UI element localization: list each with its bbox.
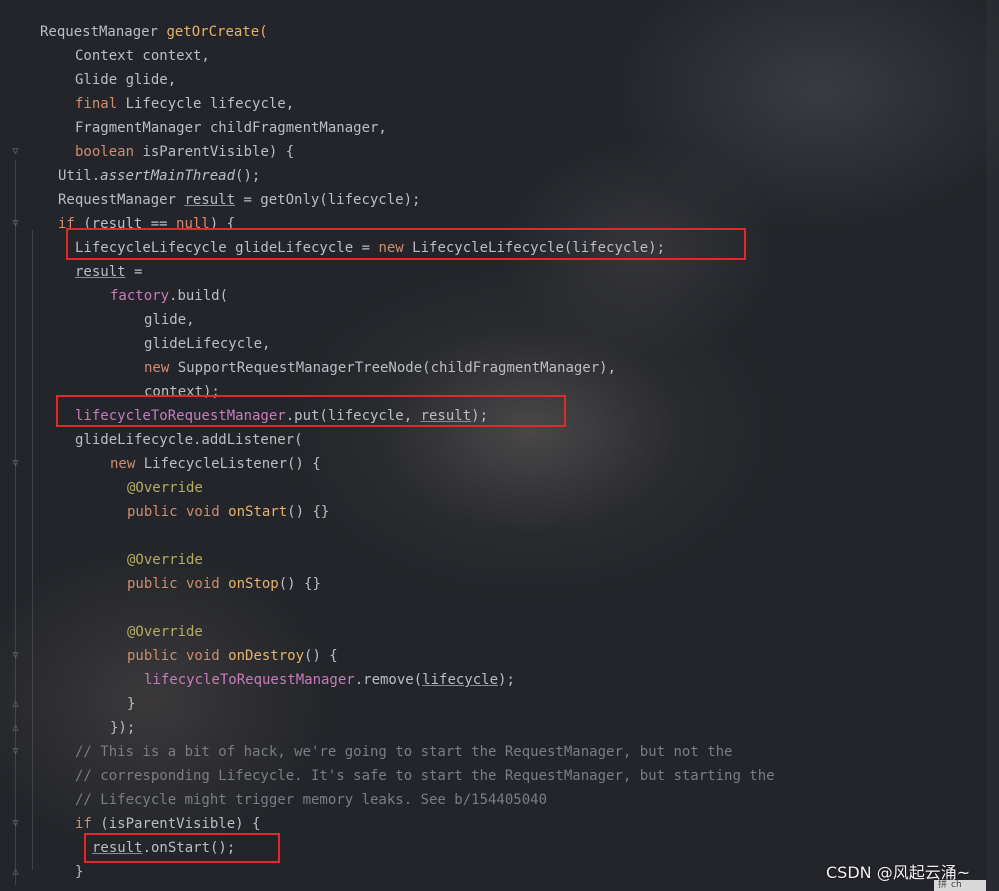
code-line[interactable]: FragmentManager childFragmentManager, bbox=[75, 116, 387, 140]
code-line[interactable]: public void onDestroy() { bbox=[127, 644, 338, 668]
code-token: SupportRequestManagerTreeNode(childFragm… bbox=[177, 360, 617, 376]
code-token: lifecycle bbox=[422, 672, 499, 688]
code-token: } bbox=[75, 864, 84, 880]
code-line[interactable]: }); bbox=[110, 716, 135, 740]
code-token: .remove( bbox=[354, 672, 423, 688]
highlight-put-result bbox=[56, 395, 566, 427]
fold-icon[interactable]: △ bbox=[11, 722, 20, 733]
code-token: = getOnly(lifecycle); bbox=[235, 192, 421, 208]
code-line[interactable]: // corresponding Lifecycle. It's safe to… bbox=[75, 764, 775, 788]
code-token: // Lifecycle might trigger memory leaks.… bbox=[75, 792, 548, 808]
code-line[interactable]: @Override bbox=[127, 620, 203, 644]
indent-guide bbox=[32, 230, 33, 870]
code-line[interactable]: RequestManager getOrCreate( bbox=[40, 20, 268, 44]
code-line[interactable]: Context context, bbox=[75, 44, 210, 68]
code-token: new bbox=[144, 360, 178, 376]
code-token: } bbox=[127, 696, 136, 712]
code-line[interactable]: glideLifecycle, bbox=[144, 332, 270, 356]
fold-icon[interactable]: ▽ bbox=[11, 818, 20, 829]
editor-scrollbar[interactable] bbox=[986, 0, 999, 891]
code-token: new bbox=[110, 456, 144, 472]
code-token: (); bbox=[235, 168, 261, 184]
code-line[interactable]: } bbox=[127, 692, 135, 716]
fold-icon[interactable]: ▽ bbox=[11, 146, 20, 157]
code-token: }); bbox=[110, 720, 136, 736]
code-token: Context context, bbox=[75, 48, 210, 64]
code-token: onStart bbox=[228, 504, 288, 520]
highlight-glide-lifecycle bbox=[66, 228, 746, 260]
code-line[interactable]: RequestManager result = getOnly(lifecycl… bbox=[58, 188, 420, 212]
code-line[interactable]: boolean isParentVisible) { bbox=[75, 140, 294, 164]
code-token: public void bbox=[127, 648, 229, 664]
code-token: final bbox=[75, 96, 126, 112]
code-line[interactable]: // Lifecycle might trigger memory leaks.… bbox=[75, 788, 547, 812]
code-token: LifecycleListener() { bbox=[143, 456, 321, 472]
code-token: glideLifecycle.addListener( bbox=[75, 432, 303, 448]
code-token: .build( bbox=[169, 288, 229, 304]
code-line[interactable]: new LifecycleListener() { bbox=[110, 452, 321, 476]
code-token: () {} bbox=[278, 576, 321, 592]
code-token: @Override bbox=[127, 480, 203, 496]
code-token: ( bbox=[259, 24, 268, 40]
editor-gutter: ▽ ▽ ▽ ▽ △ △ ▽ ▽ △ bbox=[0, 0, 33, 891]
fold-icon[interactable]: ▽ bbox=[11, 746, 20, 757]
code-line[interactable]: new SupportRequestManagerTreeNode(childF… bbox=[144, 356, 616, 380]
code-token: RequestManager bbox=[58, 192, 185, 208]
code-line[interactable]: glide, bbox=[144, 308, 195, 332]
code-token: FragmentManager childFragmentManager, bbox=[75, 120, 387, 136]
code-token: @Override bbox=[127, 624, 203, 640]
code-token: onStop bbox=[228, 576, 279, 592]
code-line[interactable]: public void onStop() {} bbox=[127, 572, 321, 596]
code-token: = bbox=[125, 264, 143, 280]
code-token: @Override bbox=[127, 552, 203, 568]
code-token: glide, bbox=[144, 312, 195, 328]
code-token: factory bbox=[110, 288, 170, 304]
code-token: lifecycleToRequestManager bbox=[144, 672, 355, 688]
code-line[interactable]: @Override bbox=[127, 548, 203, 572]
code-line[interactable]: lifecycleToRequestManager.remove(lifecyc… bbox=[144, 668, 515, 692]
fold-icon[interactable]: ▽ bbox=[11, 650, 20, 661]
code-line[interactable]: Glide glide, bbox=[75, 68, 176, 92]
code-line[interactable]: result = bbox=[75, 260, 142, 284]
code-token: onDestroy bbox=[228, 648, 305, 664]
code-line[interactable]: // This is a bit of hack, we're going to… bbox=[75, 740, 732, 764]
code-line[interactable]: @Override bbox=[127, 476, 203, 500]
indent-guide bbox=[15, 160, 16, 885]
code-token: boolean bbox=[75, 144, 143, 160]
code-line[interactable]: Util.assertMainThread(); bbox=[58, 164, 260, 188]
fold-icon[interactable]: ▽ bbox=[11, 218, 20, 229]
code-token: (isParentVisible) { bbox=[100, 816, 261, 832]
code-token: public void bbox=[127, 576, 229, 592]
code-token: assertMainThread bbox=[100, 168, 236, 184]
code-token: ); bbox=[498, 672, 515, 688]
code-line[interactable]: public void onStart() {} bbox=[127, 500, 329, 524]
code-token: getOrCreate bbox=[166, 24, 260, 40]
code-token: Util. bbox=[58, 168, 101, 184]
fold-icon[interactable]: ▽ bbox=[11, 458, 20, 469]
code-token: glideLifecycle, bbox=[144, 336, 271, 352]
fold-icon[interactable]: △ bbox=[11, 866, 20, 877]
code-token: isParentVisible) { bbox=[142, 144, 295, 160]
code-token: () {} bbox=[287, 504, 330, 520]
code-token: if bbox=[75, 816, 101, 832]
fold-icon[interactable]: △ bbox=[11, 698, 20, 709]
highlight-onstart bbox=[84, 833, 280, 863]
code-token: RequestManager bbox=[40, 24, 167, 40]
code-line[interactable]: factory.build( bbox=[110, 284, 228, 308]
code-token: // corresponding Lifecycle. It's safe to… bbox=[75, 768, 775, 784]
ime-lang-label: ch bbox=[951, 880, 962, 890]
code-token: () { bbox=[304, 648, 338, 664]
code-line[interactable]: final Lifecycle lifecycle, bbox=[75, 92, 294, 116]
code-token: Lifecycle lifecycle, bbox=[125, 96, 295, 112]
code-line[interactable]: } bbox=[75, 860, 83, 884]
code-token: public void bbox=[127, 504, 229, 520]
code-token: result bbox=[184, 192, 236, 208]
ime-mode-label: 拼 bbox=[938, 880, 948, 890]
code-token: result bbox=[75, 264, 126, 280]
code-token: // This is a bit of hack, we're going to… bbox=[75, 744, 733, 760]
ime-status-bar: 拼 ch bbox=[934, 880, 986, 891]
code-token: Glide glide, bbox=[75, 72, 177, 88]
code-line[interactable]: glideLifecycle.addListener( bbox=[75, 428, 303, 452]
